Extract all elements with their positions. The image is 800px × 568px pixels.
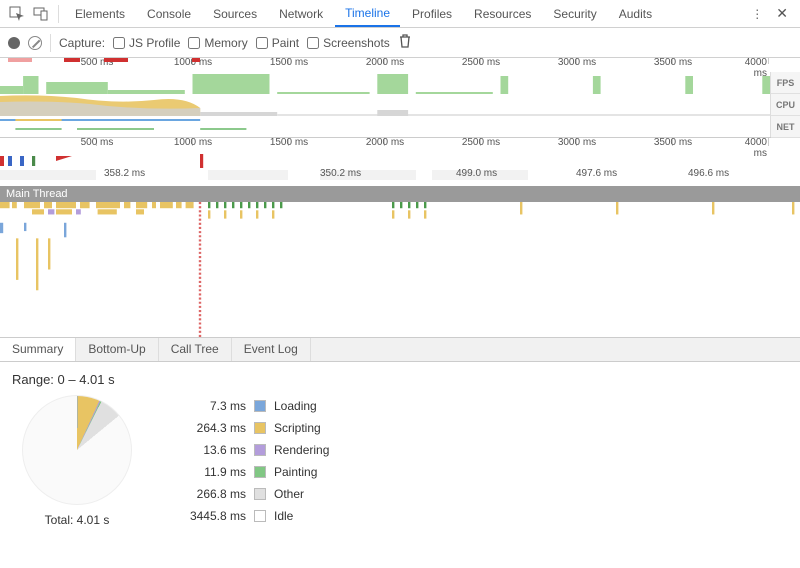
frame-time: 358.2 ms bbox=[104, 168, 145, 179]
tab-sources[interactable]: Sources bbox=[203, 3, 267, 25]
legend-row-rendering: 13.6 msRendering bbox=[166, 439, 329, 461]
frames-row: 358.2 ms 350.2 ms 499.0 ms 497.6 ms 496.… bbox=[0, 168, 800, 182]
device-toggle-icon[interactable] bbox=[30, 3, 52, 25]
main-thread-header[interactable]: Main Thread bbox=[0, 186, 800, 202]
tab-security[interactable]: Security bbox=[543, 3, 606, 25]
long-frame-marker bbox=[8, 58, 32, 62]
frame-time: 496.6 ms bbox=[688, 168, 729, 179]
legend-row-scripting: 264.3 msScripting bbox=[166, 417, 329, 439]
net-lane bbox=[0, 116, 770, 138]
btab-bottom-up[interactable]: Bottom-Up bbox=[76, 338, 158, 361]
frame-time: 350.2 ms bbox=[320, 168, 361, 179]
range-label: Range: 0 – 4.01 s bbox=[12, 372, 788, 387]
legend-row-loading: 7.3 msLoading bbox=[166, 395, 329, 417]
btab-event-log[interactable]: Event Log bbox=[232, 338, 311, 361]
gc-button[interactable] bbox=[398, 34, 412, 51]
flame-graph[interactable] bbox=[0, 202, 800, 337]
frame-time: 499.0 ms bbox=[456, 168, 497, 179]
record-button[interactable] bbox=[8, 37, 20, 49]
capture-label: Capture: bbox=[59, 36, 105, 50]
long-frame-marker bbox=[104, 58, 128, 62]
btab-summary[interactable]: Summary bbox=[0, 337, 76, 361]
tab-elements[interactable]: Elements bbox=[65, 3, 135, 25]
total-label: Total: 4.01 s bbox=[12, 513, 142, 527]
devtools-tabbar: Elements Console Sources Network Timelin… bbox=[0, 0, 800, 28]
tab-timeline[interactable]: Timeline bbox=[335, 2, 400, 27]
overview-lane-labels: FPS CPU NET bbox=[770, 72, 800, 137]
frame-time: 497.6 ms bbox=[576, 168, 617, 179]
legend-row-painting: 11.9 msPainting bbox=[166, 461, 329, 483]
tab-audits[interactable]: Audits bbox=[609, 3, 662, 25]
long-frame-marker bbox=[192, 58, 200, 62]
opt-paint[interactable]: Paint bbox=[256, 36, 299, 50]
close-icon[interactable]: ✕ bbox=[770, 3, 794, 24]
overview-panel[interactable]: 500 ms 1000 ms 1500 ms 2000 ms 2500 ms 3… bbox=[0, 58, 800, 138]
tab-resources[interactable]: Resources bbox=[464, 3, 541, 25]
divider bbox=[58, 5, 59, 23]
element-picker-icon[interactable] bbox=[6, 3, 28, 25]
divider bbox=[50, 34, 51, 52]
tab-network[interactable]: Network bbox=[269, 3, 333, 25]
kebab-menu-icon[interactable]: ⋮ bbox=[746, 3, 768, 25]
detail-ruler: 500 ms 1000 ms 1500 ms 2000 ms 2500 ms 3… bbox=[0, 138, 800, 154]
btab-call-tree[interactable]: Call Tree bbox=[159, 338, 232, 361]
cpu-lane bbox=[0, 94, 770, 116]
overview-ruler: 500 ms 1000 ms 1500 ms 2000 ms 2500 ms 3… bbox=[0, 58, 800, 72]
tab-profiles[interactable]: Profiles bbox=[402, 3, 462, 25]
long-frame-marker bbox=[64, 58, 80, 62]
interactions-row bbox=[0, 154, 800, 168]
legend-row-idle: 3445.8 msIdle bbox=[166, 505, 329, 527]
flamechart-panel[interactable]: 500 ms 1000 ms 1500 ms 2000 ms 2500 ms 3… bbox=[0, 138, 800, 338]
legend-row-other: 266.8 msOther bbox=[166, 483, 329, 505]
opt-memory[interactable]: Memory bbox=[188, 36, 247, 50]
legend: 7.3 msLoading 264.3 msScripting 13.6 msR… bbox=[166, 395, 329, 527]
summary-panel: Range: 0 – 4.01 s Total: 4.01 s 7.3 msLo… bbox=[0, 362, 800, 556]
tab-console[interactable]: Console bbox=[137, 3, 201, 25]
opt-screenshots[interactable]: Screenshots bbox=[307, 36, 390, 50]
bottom-tabbar: Summary Bottom-Up Call Tree Event Log bbox=[0, 338, 800, 362]
fps-lane bbox=[0, 72, 770, 94]
clear-button[interactable] bbox=[28, 36, 42, 50]
timeline-toolbar: Capture: JS Profile Memory Paint Screens… bbox=[0, 28, 800, 58]
activity-pie-chart bbox=[22, 395, 132, 505]
opt-js-profile[interactable]: JS Profile bbox=[113, 36, 180, 50]
